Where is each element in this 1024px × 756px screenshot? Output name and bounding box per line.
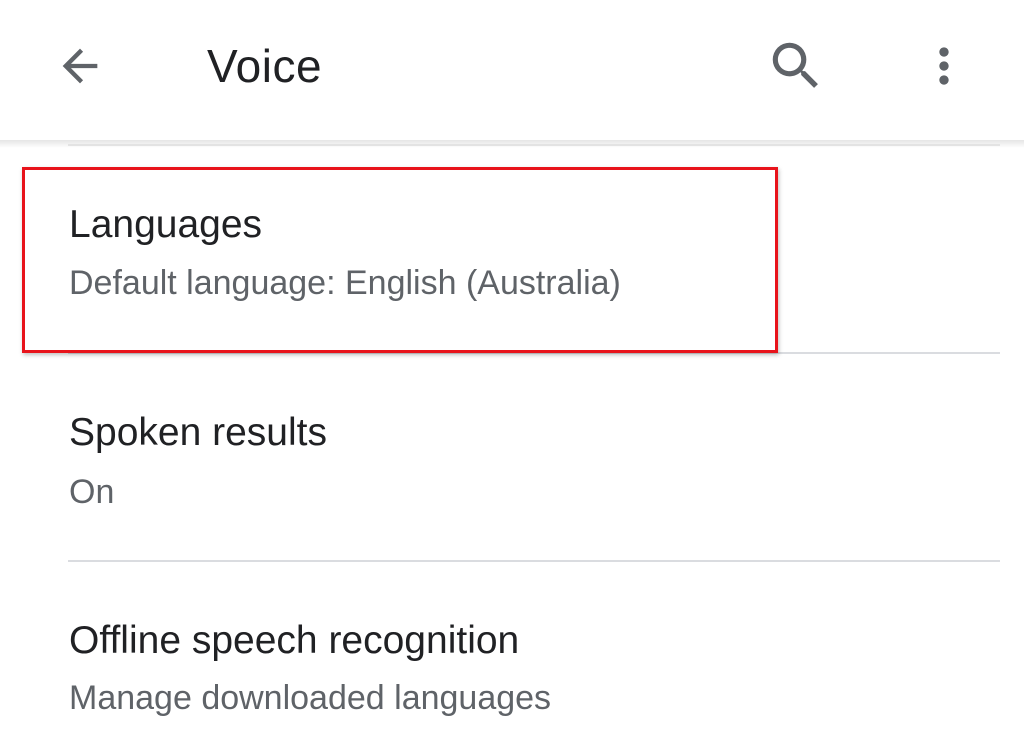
more-options-button[interactable] — [908, 30, 980, 102]
setting-summary: On — [69, 473, 115, 511]
setting-title: Offline speech recognition — [69, 619, 520, 662]
page-title: Voice — [207, 40, 323, 92]
setting-languages[interactable]: Languages Default language: English (Aus… — [0, 148, 1024, 354]
divider — [68, 560, 1000, 562]
setting-title: Spoken results — [69, 411, 327, 454]
search-button[interactable] — [760, 30, 832, 102]
divider — [68, 352, 1000, 354]
setting-summary: Default language: English (Australia) — [69, 264, 621, 302]
voice-settings-screen: Voice Languages Default language: Englis… — [0, 0, 1024, 756]
setting-title: Languages — [69, 203, 263, 246]
setting-summary: Manage downloaded languages — [69, 679, 552, 717]
setting-offline-speech-recognition[interactable]: Offline speech recognition Manage downlo… — [0, 564, 1024, 756]
arrow-back-icon — [62, 48, 98, 84]
more-vert-icon — [939, 47, 949, 85]
search-icon — [772, 42, 818, 88]
back-button[interactable] — [44, 30, 116, 102]
setting-spoken-results[interactable]: Spoken results On — [0, 356, 1024, 562]
app-bar: Voice — [0, 0, 1024, 142]
divider — [68, 144, 1000, 146]
